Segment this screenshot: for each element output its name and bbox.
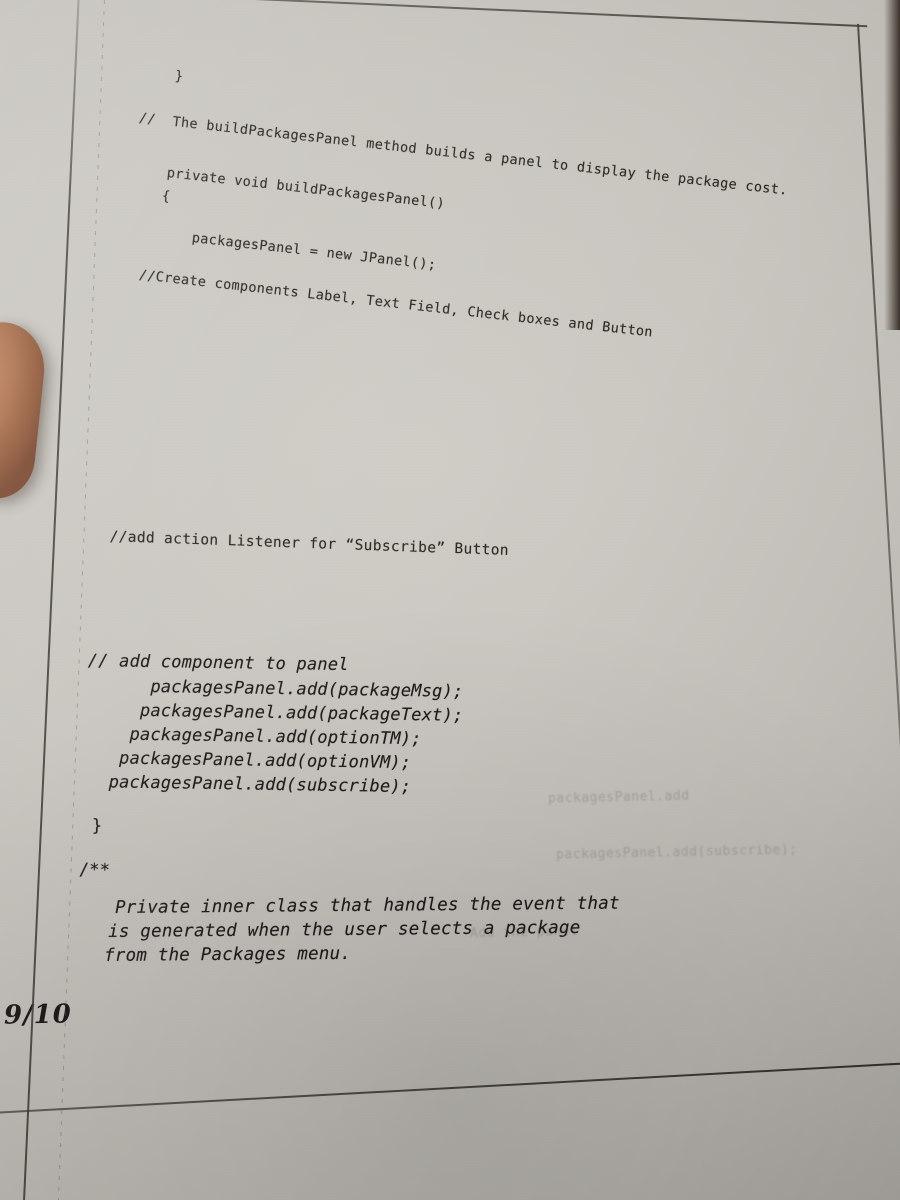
code-line-add-subscribe: packagesPanel.add(subscribe);	[87, 771, 412, 798]
page-number: 9/10	[3, 999, 73, 1031]
photographed-page: packagesPanel.add packagesPanel.add(subs…	[0, 0, 900, 1200]
code-line-method-closing-brace: }	[91, 815, 103, 837]
javadoc-open-marker: /**	[78, 859, 111, 881]
javadoc-line-3: from the Packages menu.	[104, 943, 352, 966]
